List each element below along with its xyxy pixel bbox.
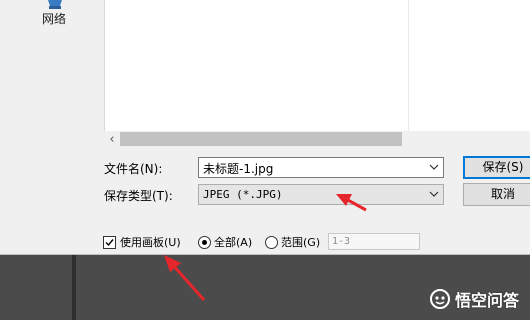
checkmark-icon bbox=[105, 239, 114, 247]
use-artboard-checkbox[interactable] bbox=[103, 236, 116, 249]
network-icon bbox=[48, 0, 62, 9]
filename-value: 未标题-1.jpg bbox=[203, 162, 274, 176]
use-artboard-label[interactable]: 使用画板(U) bbox=[120, 234, 181, 250]
all-label[interactable]: 全部(A) bbox=[214, 234, 252, 250]
all-radio[interactable] bbox=[198, 236, 211, 249]
navigation-pane: 网络 bbox=[0, 0, 104, 120]
file-list[interactable] bbox=[104, 0, 530, 131]
filename-label: 文件名(N): bbox=[104, 162, 163, 176]
range-label[interactable]: 范围(G) bbox=[281, 234, 320, 250]
workspace-divider bbox=[72, 255, 76, 320]
watermark: 悟空问答 bbox=[430, 287, 519, 311]
save-button[interactable]: 保存(S) bbox=[463, 156, 530, 179]
nav-item-network[interactable]: 网络 bbox=[42, 10, 66, 27]
cancel-button[interactable]: 取消 bbox=[463, 183, 530, 206]
save-dialog: 网络 ‹ 文件名(N): 未标题-1.jpg 保存类型(T): JPEG (*.… bbox=[0, 0, 530, 255]
filetype-label: 保存类型(T): bbox=[104, 189, 173, 203]
wukong-logo-icon bbox=[430, 289, 450, 309]
range-radio[interactable] bbox=[265, 236, 278, 249]
scrollbar-thumb[interactable] bbox=[120, 132, 402, 146]
chevron-down-icon[interactable] bbox=[429, 189, 439, 199]
chevron-down-icon[interactable] bbox=[429, 162, 439, 172]
column-divider bbox=[408, 0, 409, 131]
scroll-left-icon[interactable]: ‹ bbox=[104, 131, 120, 148]
filetype-value: JPEG (*.JPG) bbox=[203, 188, 283, 201]
filetype-select[interactable]: JPEG (*.JPG) bbox=[198, 184, 444, 205]
radio-selected-dot bbox=[202, 240, 207, 245]
filename-field[interactable]: 未标题-1.jpg bbox=[198, 157, 444, 178]
range-input[interactable]: 1-3 bbox=[328, 233, 420, 250]
watermark-text: 悟空问答 bbox=[455, 291, 520, 310]
